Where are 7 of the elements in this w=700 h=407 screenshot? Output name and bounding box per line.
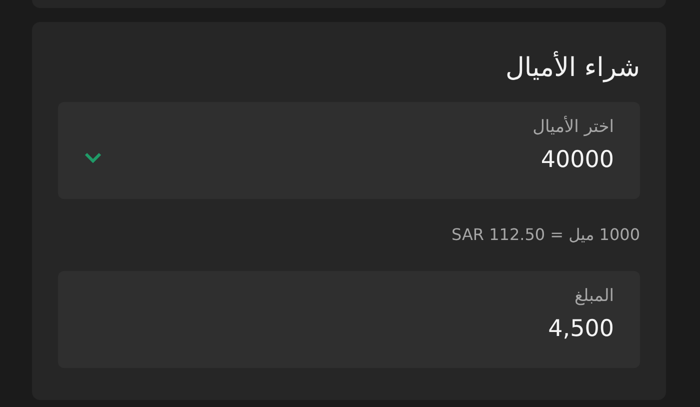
rate-text: 1000 ميل = SAR 112.50: [452, 224, 640, 246]
field-label: المبلغ: [574, 285, 614, 308]
amount-value[interactable]: 4,500: [414, 311, 614, 347]
chevron-down-icon[interactable]: [84, 150, 102, 162]
field-label: اختر الأميال: [532, 114, 614, 139]
section-title: شراء الأميال: [506, 50, 640, 85]
select-value[interactable]: 40000: [414, 142, 614, 178]
